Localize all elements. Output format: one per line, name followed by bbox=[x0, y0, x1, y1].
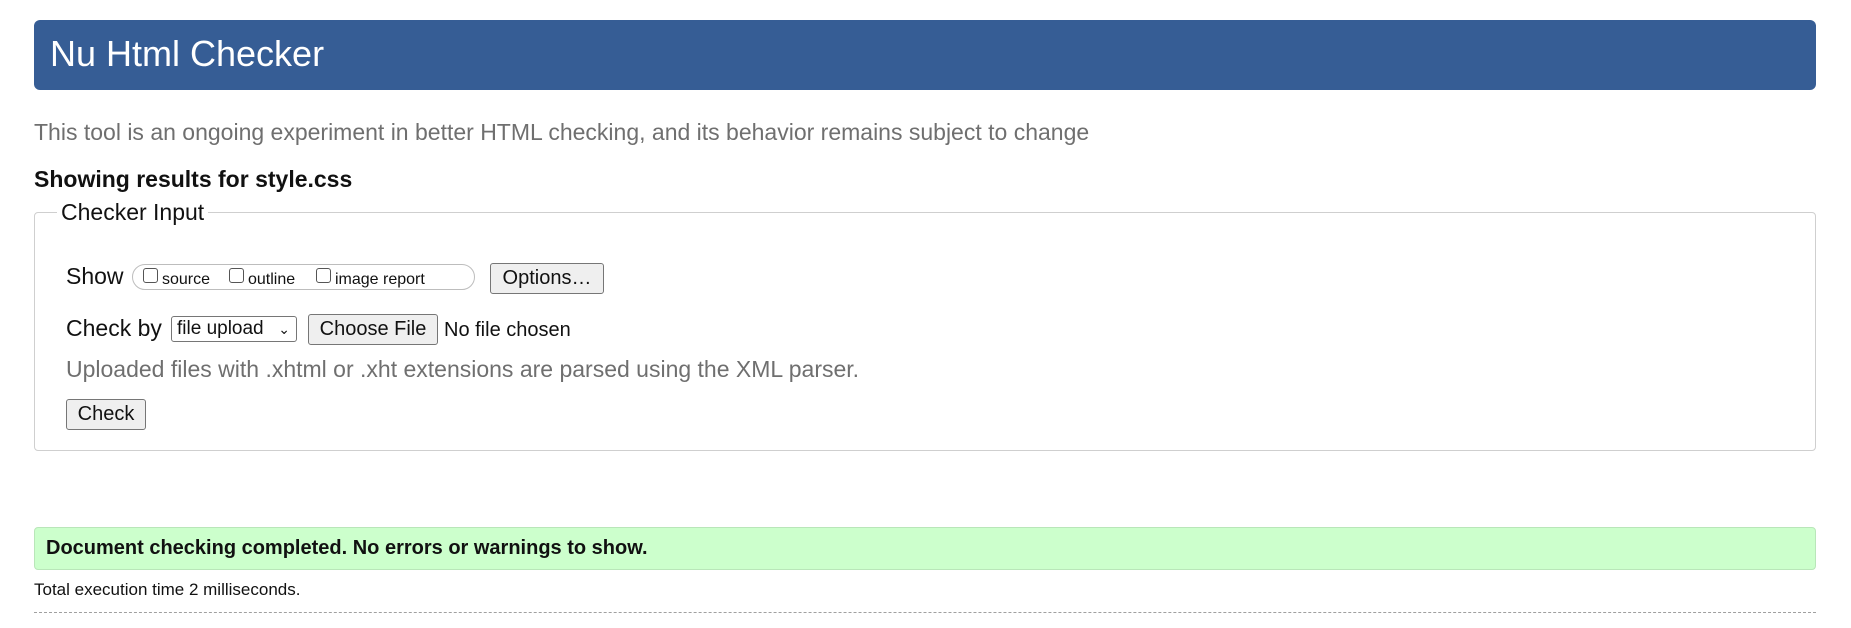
source-checkbox[interactable] bbox=[143, 268, 158, 283]
check-by-label: Check by bbox=[66, 315, 162, 341]
page: Nu Html Checker This tool is an ongoing … bbox=[0, 0, 1851, 628]
image-report-checkbox[interactable] bbox=[316, 268, 331, 283]
image-report-checkbox-label[interactable]: image report bbox=[335, 270, 425, 290]
choose-file-button[interactable]: Choose File bbox=[308, 314, 438, 345]
header-banner: Nu Html Checker bbox=[34, 20, 1816, 90]
outline-checkbox-label[interactable]: outline bbox=[248, 270, 295, 290]
chevron-down-icon: ⌄ bbox=[278, 321, 290, 337]
page-title: Nu Html Checker bbox=[50, 33, 325, 74]
parser-note: Uploaded files with .xhtml or .xht exten… bbox=[66, 356, 860, 382]
no-file-chosen-text: No file chosen bbox=[444, 319, 571, 341]
showing-results-heading: Showing results for style.css bbox=[34, 166, 353, 192]
success-message: Document checking completed. No errors o… bbox=[34, 527, 1816, 570]
check-by-select[interactable]: file upload ⌄ bbox=[171, 316, 297, 342]
show-options-group: source outline image report bbox=[132, 264, 475, 290]
show-label: Show bbox=[66, 263, 124, 289]
checker-input-fieldset: Checker Input Show source outline image … bbox=[34, 197, 1816, 451]
source-checkbox-label[interactable]: source bbox=[162, 270, 210, 290]
check-by-selected-value: file upload bbox=[177, 318, 264, 339]
tagline: This tool is an ongoing experiment in be… bbox=[34, 119, 1090, 145]
check-button[interactable]: Check bbox=[66, 399, 146, 430]
checker-input-legend: Checker Input bbox=[57, 197, 209, 227]
options-button[interactable]: Options… bbox=[490, 263, 604, 294]
outline-checkbox[interactable] bbox=[229, 268, 244, 283]
execution-time: Total execution time 2 milliseconds. bbox=[34, 580, 301, 599]
divider bbox=[34, 612, 1816, 613]
